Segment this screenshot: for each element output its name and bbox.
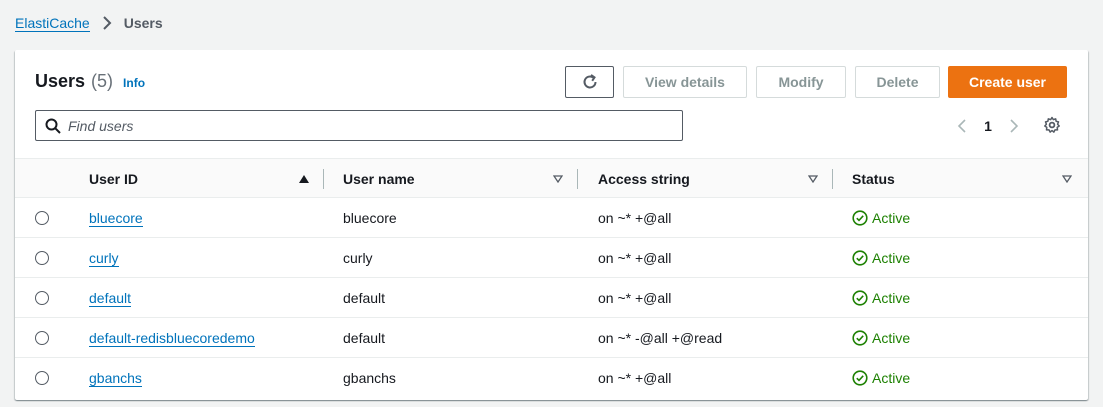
column-header-user-id[interactable]: User ID [89, 159, 325, 198]
status-success-icon [852, 210, 868, 226]
table-body: bluecore bluecore on ~* +@all Active cur… [15, 198, 1088, 398]
table-row[interactable]: bluecore bluecore on ~* +@all Active [15, 198, 1088, 238]
next-page-icon[interactable] [1004, 118, 1024, 134]
status-cell: Active [852, 318, 910, 358]
column-header-user-name[interactable]: User name [343, 159, 579, 198]
sort-icon [808, 174, 818, 183]
status-success-icon [852, 330, 868, 346]
modify-button[interactable]: Modify [756, 66, 846, 98]
column-header-access-string[interactable]: Access string [598, 159, 834, 198]
page-title: Users (5) Info [35, 71, 145, 92]
status-cell: Active [852, 238, 910, 278]
status-success-icon [852, 290, 868, 306]
search-icon [45, 118, 61, 134]
row-select-radio[interactable] [35, 211, 49, 225]
user-name-cell: curly [343, 250, 373, 266]
create-user-button[interactable]: Create user [948, 66, 1067, 98]
breadcrumb-current: Users [123, 15, 163, 31]
row-select-radio[interactable] [35, 251, 49, 265]
title-text: Users [35, 71, 86, 91]
breadcrumb: ElastiCache Users [15, 14, 163, 32]
row-select-radio[interactable] [35, 331, 49, 345]
status-cell: Active [852, 198, 910, 238]
column-divider[interactable] [323, 169, 324, 189]
breadcrumb-elasticache-link[interactable]: ElastiCache [15, 15, 90, 32]
status-text: Active [872, 290, 911, 306]
status-cell: Active [852, 278, 910, 318]
column-divider[interactable] [577, 169, 578, 189]
status-text: Active [872, 330, 911, 346]
row-select-radio[interactable] [35, 291, 49, 305]
row-select-radio[interactable] [35, 371, 49, 385]
table-row[interactable]: default default on ~* +@all Active [15, 278, 1088, 318]
refresh-icon [581, 73, 599, 91]
access-string-cell: on ~* -@all +@read [598, 330, 723, 346]
chevron-right-icon [102, 16, 112, 30]
user-name-cell: bluecore [343, 210, 397, 226]
table-row[interactable]: curly curly on ~* +@all Active [15, 238, 1088, 278]
sort-icon [553, 174, 563, 183]
access-string-cell: on ~* +@all [598, 290, 672, 306]
sort-ascending-icon [299, 174, 309, 183]
status-success-icon [852, 250, 868, 266]
search-input[interactable] [68, 117, 648, 134]
user-id-link[interactable]: curly [89, 250, 119, 267]
view-details-button[interactable]: View details [623, 66, 747, 98]
search-box [35, 110, 683, 141]
table-row[interactable]: default-redisbluecoredemo default on ~* … [15, 318, 1088, 358]
access-string-cell: on ~* +@all [598, 210, 672, 226]
status-success-icon [852, 370, 868, 386]
user-id-link[interactable]: bluecore [89, 210, 143, 227]
user-id-link[interactable]: default [89, 290, 132, 307]
status-cell: Active [852, 358, 910, 398]
info-link[interactable]: Info [123, 76, 145, 90]
status-text: Active [872, 250, 911, 266]
access-string-cell: on ~* +@all [598, 370, 672, 386]
table-row[interactable]: gbanchs gbanchs on ~* +@all Active [15, 358, 1088, 398]
column-divider[interactable] [832, 169, 833, 189]
gear-icon[interactable] [1043, 116, 1061, 134]
refresh-button[interactable] [565, 66, 614, 98]
user-name-cell: gbanchs [343, 370, 396, 386]
user-id-link[interactable]: default-redisbluecoredemo [89, 330, 255, 347]
sort-icon [1062, 174, 1072, 183]
delete-button[interactable]: Delete [855, 66, 940, 98]
user-id-link[interactable]: gbanchs [89, 370, 142, 387]
user-name-cell: default [343, 290, 386, 306]
users-count: (5) [91, 71, 114, 91]
status-text: Active [872, 210, 911, 226]
user-name-cell: default [343, 330, 386, 346]
users-table: User ID User name Access string Status b… [15, 158, 1088, 398]
status-text: Active [872, 370, 911, 386]
current-page[interactable]: 1 [972, 118, 1004, 134]
column-header-status[interactable]: Status [852, 159, 1078, 198]
access-string-cell: on ~* +@all [598, 250, 672, 266]
table-header: User ID User name Access string Status [15, 158, 1088, 198]
pagination: 1 [952, 114, 1024, 138]
users-panel: Users (5) Info View details Modify Delet… [15, 50, 1088, 400]
previous-page-icon[interactable] [952, 118, 972, 134]
